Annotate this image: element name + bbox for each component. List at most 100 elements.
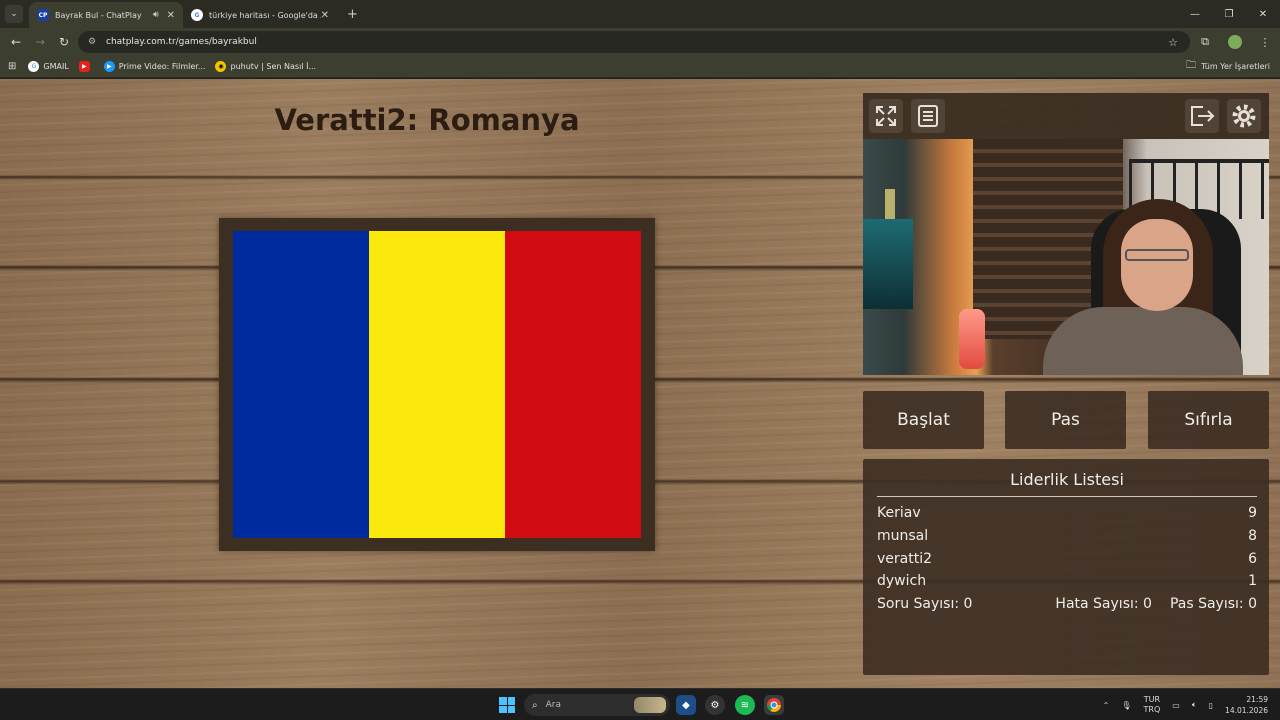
bookmark-star-icon[interactable]: ☆ [1168,36,1178,49]
player-score: 9 [1248,505,1257,521]
player-score: 1 [1248,573,1257,589]
extensions-icon[interactable]: ⧉ [1190,35,1220,49]
game-page: Veratti2: Romanya Başlat Pas Sıfırla Lid… [0,79,1280,688]
pass-count: Pas Sayısı: 0 [1169,596,1257,612]
bookmark-label: Prime Video: Filmler... [118,62,206,71]
clock-date: 14.01.2026 [1225,706,1268,715]
google-icon: G [28,61,40,72]
url-text: chatplay.com.tr/games/bayrakbul [106,37,257,47]
search-highlight-image [634,697,666,713]
apps-grid-icon[interactable]: ⊞ [8,61,16,72]
player-name: veratti2 [877,551,933,567]
clock-time: 21:59 [1246,695,1268,704]
document-icon[interactable] [911,99,945,133]
exit-icon[interactable] [1185,99,1219,133]
system-tray: ⌃ 🎙︎ TUR TRQ ▭ 🔈︎ ▯ 21:59 14.01.2026 [1103,689,1280,720]
browser-tab-bar: ⌄ CP Bayrak Bul - ChatPlay 🔊︎ ✕ G türkiy… [0,0,1280,28]
flag-frame [219,218,655,551]
windows-start-icon[interactable] [499,697,515,713]
bookmark-label: puhutv | Sen Nasıl İ... [230,62,317,71]
window-controls: — ❐ ✕ [1178,0,1280,28]
player-score: 6 [1248,551,1257,567]
question-count: Soru Sayısı: 0 [877,596,973,612]
player-name: munsal [877,528,929,544]
back-icon[interactable]: ← [4,35,28,49]
restore-icon[interactable]: ❐ [1212,0,1246,28]
chatplay-favicon-icon: CP [37,9,49,21]
start-button[interactable]: Başlat [863,391,984,449]
speaker-icon[interactable]: 🔊︎ [153,10,159,20]
network-icon[interactable]: ▭ [1172,701,1180,710]
leaderboard: Liderlik Listesi Keriav 9 munsal 8 verat… [863,459,1269,675]
tab-title: türkiye haritası - Google'da Ara [209,10,321,20]
leaderboard-title: Liderlik Listesi [877,470,1257,497]
youtube-icon: ▶ [78,61,90,72]
leaderboard-row: dywich 1 [877,573,1257,589]
site-info-icon[interactable]: ⚙ [88,37,100,47]
menu-icon[interactable]: ⋮ [1250,36,1280,49]
prime-video-icon: ▶ [103,61,115,72]
address-bar[interactable]: ⚙ chatplay.com.tr/games/bayrakbul ☆ [78,31,1190,53]
pass-button[interactable]: Pas [1005,391,1126,449]
bookmark-label: GMAIL [43,62,69,71]
reload-icon[interactable]: ↻ [52,35,76,49]
all-bookmarks-label: Tüm Yer İşaretleri [1200,62,1270,71]
language-bottom: TRQ [1143,705,1161,714]
webcam-video [863,139,1269,375]
flag-stripe-blue [233,231,369,538]
panel-toolbar [863,93,1269,139]
spotify-icon[interactable]: ≋ [735,695,755,715]
app-icon-blue[interactable]: ◆ [676,695,696,715]
chevron-up-icon[interactable]: ⌃ [1103,701,1110,710]
close-tab-icon[interactable]: ✕ [321,10,329,21]
cam-microphone [959,309,985,369]
profile-avatar[interactable] [1228,35,1242,49]
bookmark-prime-video[interactable]: ▶ Prime Video: Filmler... [103,61,206,72]
leaderboard-row: munsal 8 [877,528,1257,544]
chrome-icon[interactable] [764,695,784,715]
search-icon: ⌕ [532,699,538,711]
minimize-icon[interactable]: — [1178,0,1212,28]
player-name: Keriav [877,505,921,521]
tab-google-search[interactable]: G türkiye haritası - Google'da Ara ✕ [183,2,337,28]
close-window-icon[interactable]: ✕ [1246,0,1280,28]
folder-icon: 🗀 [1185,60,1196,71]
bookmark-youtube[interactable]: ▶ [78,61,94,72]
volume-icon[interactable]: 🔈︎ [1192,700,1197,710]
error-count: Hata Sayısı: 0 [1055,596,1152,612]
flag-image [233,231,641,538]
all-bookmarks[interactable]: 🗀 Tüm Yer İşaretleri [1186,58,1270,75]
microphone-icon[interactable]: 🎙︎ [1121,701,1131,710]
battery-icon[interactable]: ▯ [1209,701,1213,710]
cam-person-body [1043,307,1243,375]
cam-person-face [1121,219,1193,311]
bookmark-puhutv[interactable]: ◉ puhutv | Sen Nasıl İ... [215,61,316,72]
fullscreen-icon[interactable] [869,99,903,133]
cam-glasses [1125,249,1189,261]
tab-search-button[interactable]: ⌄ [5,5,23,23]
google-favicon-icon: G [191,9,203,21]
tab-title: Bayrak Bul - ChatPlay [55,10,142,20]
reset-button[interactable]: Sıfırla [1148,391,1269,449]
clock[interactable]: 21:59 14.01.2026 [1225,694,1268,716]
new-tab-icon[interactable]: + [347,7,358,22]
cam-monitor [863,219,913,309]
forward-icon[interactable]: → [28,35,52,49]
close-tab-icon[interactable]: ✕ [167,10,175,21]
leaderboard-row: veratti2 6 [877,551,1257,567]
settings-gear-icon[interactable] [1227,99,1261,133]
leaderboard-row: Keriav 9 [877,505,1257,521]
puhutv-icon: ◉ [215,61,227,72]
cam-figurine [885,189,895,219]
app-icon-steam[interactable]: ⚙ [705,695,725,715]
search-placeholder: Ara [545,700,561,710]
bookmark-gmail[interactable]: G GMAIL [28,61,69,72]
bookmarks-bar: ⊞ G GMAIL ▶ ▶ Prime Video: Filmler... ◉ … [0,56,1280,78]
flag-stripe-yellow [369,231,505,538]
tab-chatplay[interactable]: CP Bayrak Bul - ChatPlay 🔊︎ ✕ [29,2,183,28]
player-name: dywich [877,573,927,589]
language-indicator[interactable]: TUR TRQ [1144,695,1161,715]
taskbar-search[interactable]: ⌕ Ara [524,694,670,716]
flag-stripe-red [505,231,641,538]
player-score: 8 [1248,528,1257,544]
